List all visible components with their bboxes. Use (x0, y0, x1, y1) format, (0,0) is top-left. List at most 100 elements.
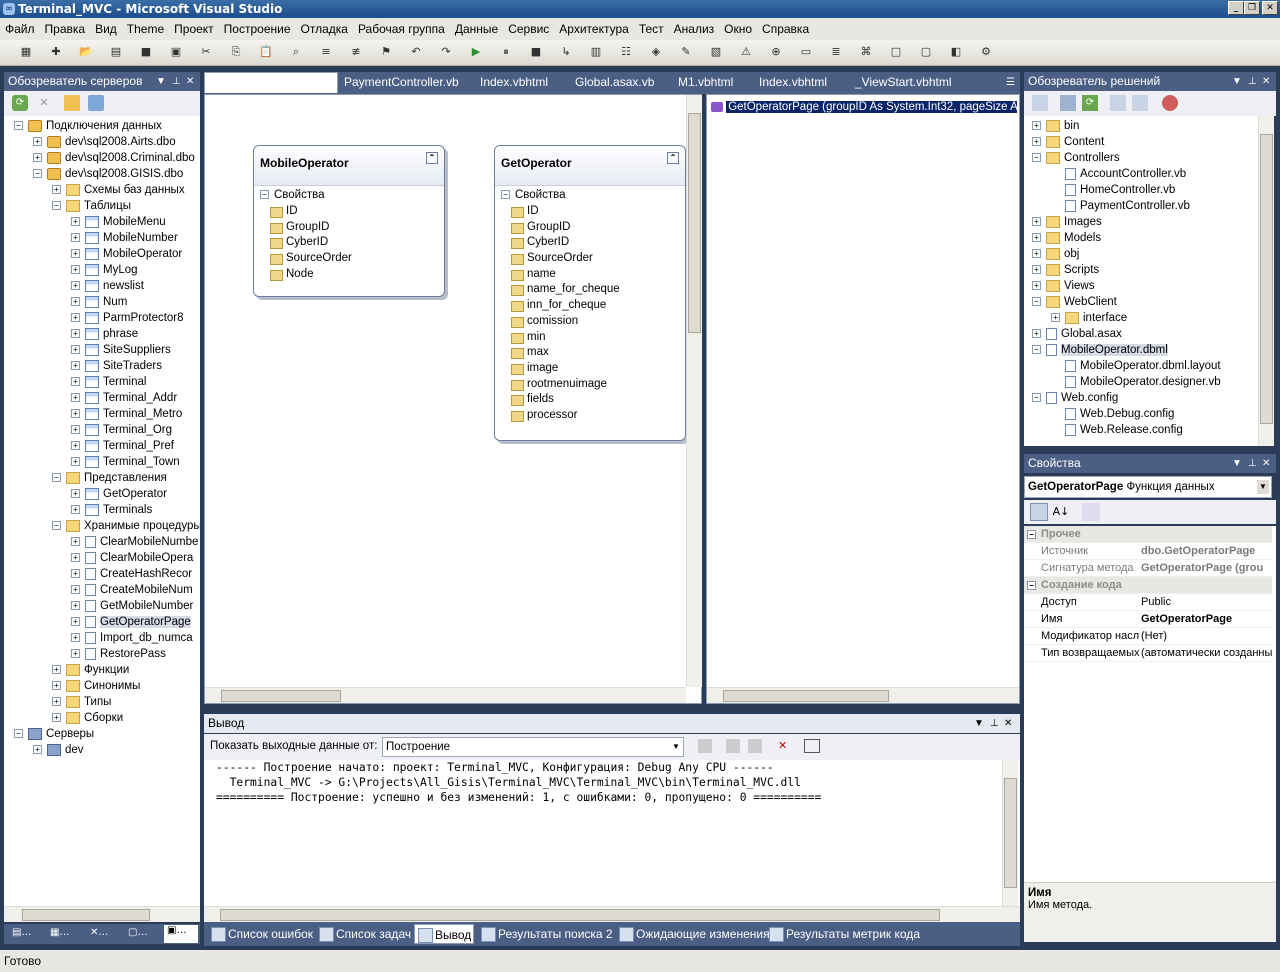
tree-item[interactable]: + ClearMobileOpera (71, 550, 193, 566)
tab-index-vbhtml[interactable]: Index.vbhtml (474, 72, 554, 93)
entity-property[interactable]: image (495, 361, 685, 377)
menu-data[interactable]: Данные (450, 18, 503, 40)
expand-icon[interactable]: + (71, 585, 80, 595)
expand-icon[interactable]: + (71, 249, 80, 259)
tree-item[interactable]: + GetOperator (71, 486, 167, 502)
solution-vscroll[interactable] (1258, 116, 1274, 446)
expand-icon[interactable]: + (71, 377, 80, 387)
pin-icon[interactable]: ⊥ (1248, 72, 1257, 91)
property-value[interactable]: Public (1141, 594, 1272, 611)
property-row[interactable]: Доступ Public (1024, 594, 1272, 611)
property-category[interactable]: − Создание кода (1024, 577, 1272, 594)
tree-item[interactable]: + Функции (52, 662, 129, 678)
toolbox-tab[interactable]: ▤… (12, 927, 42, 941)
pin-icon[interactable]: ⊥ (172, 72, 181, 91)
tab-output[interactable]: Вывод (414, 924, 474, 944)
expand-icon[interactable]: + (33, 153, 42, 163)
tree-item[interactable]: + GetOperatorPage (71, 614, 191, 630)
property-value[interactable]: (Нет) (1141, 628, 1272, 645)
tree-item[interactable]: HomeController.vb (1051, 182, 1175, 198)
expand-icon[interactable]: + (71, 233, 80, 243)
property-row[interactable]: Имя GetOperatorPage (1024, 611, 1272, 628)
expand-icon[interactable]: + (1032, 265, 1041, 275)
tree-item[interactable]: + SiteTraders (71, 358, 162, 374)
entity-property[interactable]: name_for_cheque (495, 282, 685, 298)
property-value[interactable]: GetOperatorPage (grou (1141, 560, 1272, 577)
collapse-icon[interactable]: − (1032, 153, 1041, 163)
tree-item[interactable]: + Синонимы (52, 678, 140, 694)
scroll-thumb[interactable] (723, 690, 889, 702)
collapse-icon[interactable]: − (52, 473, 61, 483)
next-message-icon[interactable] (748, 739, 762, 753)
uncomment-icon[interactable]: ≢ (348, 44, 364, 60)
tree-item[interactable]: − Серверы (14, 726, 94, 742)
scroll-thumb[interactable] (221, 690, 341, 702)
expand-icon[interactable]: + (71, 361, 80, 371)
tree-item[interactable]: AccountController.vb (1051, 166, 1186, 182)
window-icon[interactable]: ◧ (948, 44, 964, 60)
tree-item[interactable]: + Global.asax (1032, 326, 1122, 342)
close-icon[interactable]: ✕ (1262, 72, 1270, 91)
alphabetical-icon[interactable]: A↓ (1052, 503, 1070, 521)
pin-icon[interactable]: ⊥ (1248, 454, 1257, 473)
tab-error-list[interactable]: Список ошибок (208, 924, 313, 944)
comment-icon[interactable]: ≡ (318, 44, 334, 60)
scroll-thumb[interactable] (1004, 778, 1017, 888)
refresh-icon[interactable]: ⟳ (1082, 95, 1098, 111)
tree-item[interactable]: − Представления (52, 470, 167, 486)
copy-icon[interactable]: ⎘ (228, 44, 244, 60)
dropdown-arrow-icon[interactable]: ▼ (1232, 72, 1242, 91)
collapse-icon[interactable]: − (1027, 529, 1036, 539)
collapse-icon[interactable]: − (1032, 345, 1041, 355)
comment-box-icon[interactable]: ▢ (918, 44, 934, 60)
tree-item[interactable]: + Images (1032, 214, 1102, 230)
property-pages-icon[interactable] (1082, 503, 1100, 521)
expand-icon[interactable]: + (71, 537, 80, 547)
expand-icon[interactable]: + (71, 441, 80, 451)
expand-icon[interactable]: + (71, 569, 80, 579)
menu-view[interactable]: Вид (90, 18, 122, 40)
scroll-thumb[interactable] (1260, 134, 1273, 424)
entity-property[interactable]: CyberID (495, 235, 685, 251)
scroll-thumb[interactable] (22, 909, 150, 921)
object-browser-icon[interactable]: ◈ (648, 44, 664, 60)
designer-hscroll[interactable] (205, 687, 686, 703)
entity-property[interactable]: SourceOrder (495, 251, 685, 267)
server-explorer-tab[interactable]: ▣… (164, 925, 198, 943)
expand-icon[interactable]: + (71, 457, 80, 467)
tree-item[interactable]: + dev\sql2008.Criminal.dbo (33, 150, 195, 166)
entity-property[interactable]: comission (495, 314, 685, 330)
settings-icon[interactable]: ⚙ (978, 44, 994, 60)
expand-icon[interactable]: + (71, 265, 80, 275)
tree-item[interactable]: + Terminal_Addr (71, 390, 177, 406)
tree-item[interactable]: + MobileOperator (71, 246, 182, 262)
tree-item[interactable]: PaymentController.vb (1051, 198, 1190, 214)
tree-item[interactable]: + CreateHashRecor (71, 566, 192, 582)
collapse-section-icon[interactable]: − (260, 190, 269, 200)
tab-m1-vbhtml[interactable]: M1.vbhtml (672, 72, 739, 93)
tree-item[interactable]: + Content (1032, 134, 1104, 150)
tree-item[interactable]: + ParmProtector8 (71, 310, 184, 326)
tab-task-list[interactable]: Список задач (316, 924, 411, 944)
tab-list-icon[interactable]: ☰ (1000, 72, 1021, 93)
entity-mobileoperator[interactable]: MobileOperator ⌃ − Свойства ID GroupID Cybe… (253, 145, 445, 297)
error-icon[interactable]: ⚠ (738, 44, 754, 60)
close-icon[interactable]: ✕ (1004, 714, 1012, 733)
tree-item[interactable]: + Terminal_Metro (71, 406, 182, 422)
tree-item[interactable]: + RestorePass (71, 646, 166, 662)
menu-project[interactable]: Проект (169, 18, 219, 40)
expand-icon[interactable]: + (71, 425, 80, 435)
menu-window[interactable]: Окно (719, 18, 757, 40)
collapse-icon[interactable]: − (14, 121, 23, 131)
tab-mobileoperator-dbml[interactable]: MobileOperator.dbml* ✕ (204, 72, 339, 93)
expand-icon[interactable]: + (1032, 281, 1041, 291)
scroll-thumb[interactable] (220, 909, 940, 921)
expand-icon[interactable]: + (71, 297, 80, 307)
tree-item[interactable]: − Хранимые процедуры (52, 518, 200, 534)
designer-vscroll[interactable] (686, 95, 702, 687)
property-value[interactable]: dbo.GetOperatorPage (1141, 543, 1272, 560)
expand-icon[interactable]: + (71, 409, 80, 419)
save-icon[interactable]: ■ (138, 44, 154, 60)
tree-item[interactable]: + CreateMobileNum (71, 582, 193, 598)
output-vscroll[interactable] (1002, 760, 1018, 906)
